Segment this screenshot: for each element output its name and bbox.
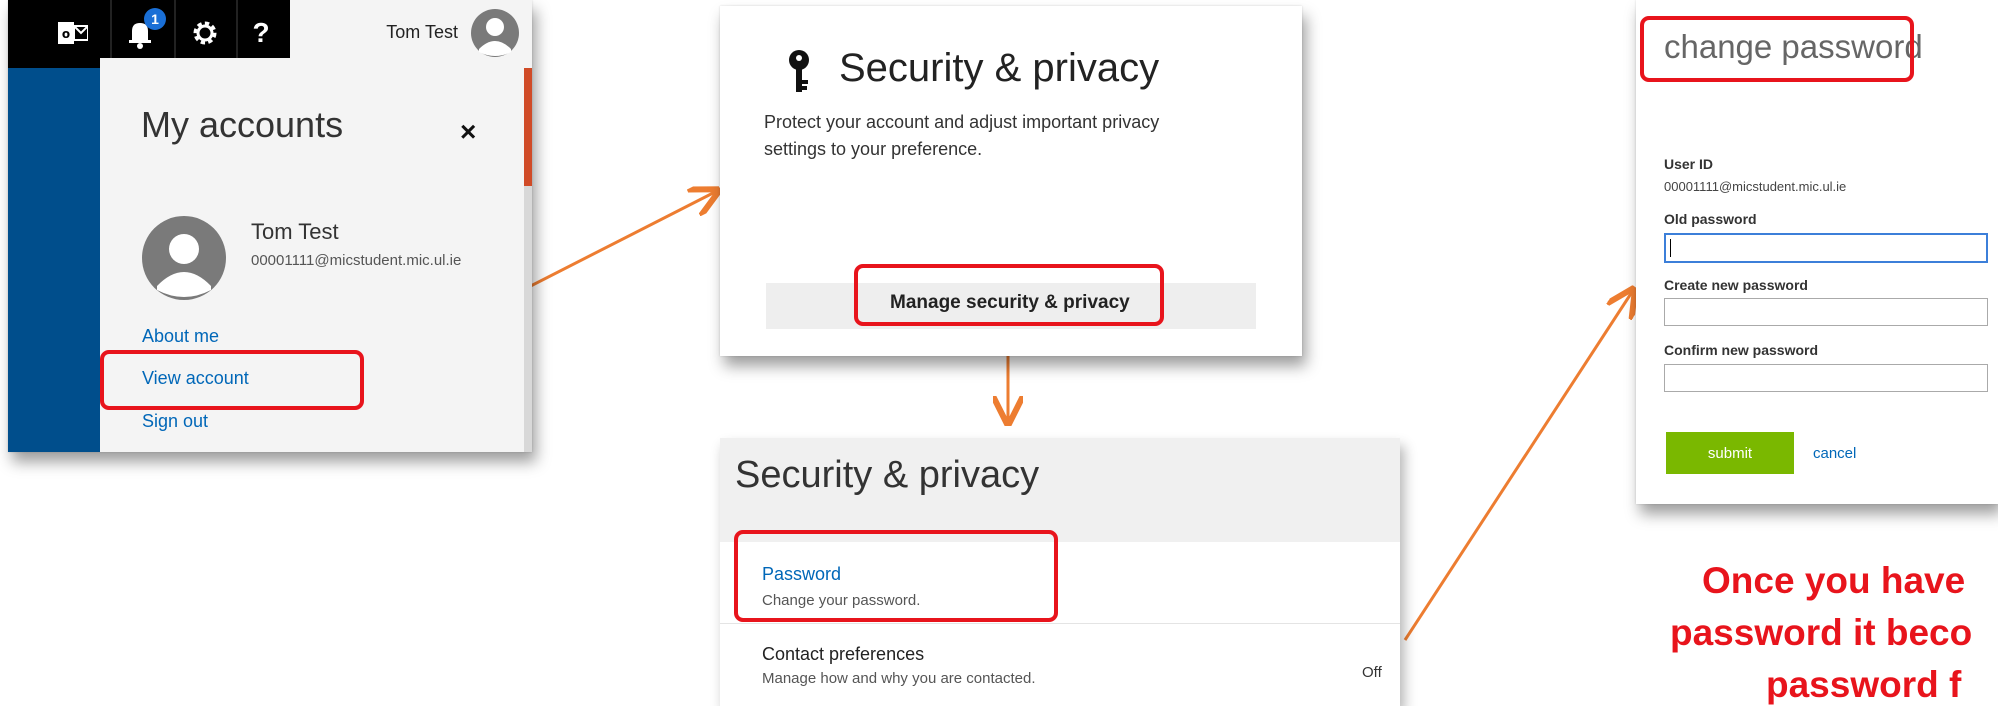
security-list-screenshot: Security & privacy Password Change your … (720, 438, 1400, 706)
account-email: 00001111@micstudent.mic.ul.ie (251, 252, 462, 269)
password-item-label[interactable]: Password (762, 564, 841, 585)
create-password-label: Create new password (1664, 277, 1808, 293)
outlook-sidebar (8, 68, 100, 452)
avatar-icon (471, 9, 519, 57)
user-name-top: Tom Test (386, 22, 458, 42)
contact-preferences-description: Manage how and why you are contacted. (762, 670, 1036, 687)
old-password-input[interactable] (1664, 233, 1988, 263)
change-password-screenshot: change password User ID 00001111@micstud… (1636, 0, 1998, 504)
submit-button-label: submit (1707, 444, 1753, 462)
security-card-description-line1: Protect your account and adjust importan… (764, 112, 1160, 132)
caption-line-1: Once you have (1702, 560, 1966, 601)
user-id-value: 00001111@micstudent.mic.ul.ie (1664, 179, 1847, 194)
password-item-description: Change your password. (762, 592, 921, 609)
contact-preferences-label: Contact preferences (762, 644, 925, 664)
account-avatar-icon (142, 216, 226, 300)
cancel-link[interactable]: cancel (1813, 445, 1856, 462)
close-icon[interactable]: × (460, 116, 476, 148)
sign-out-link[interactable]: Sign out (142, 411, 208, 432)
about-me-link[interactable]: About me (142, 326, 219, 347)
security-list-title: Security & privacy (735, 454, 1040, 496)
my-accounts-flyout: My accounts × Tom Test 00001111@micstude… (100, 58, 524, 452)
manage-security-button[interactable]: Manage security & privacy (890, 292, 1130, 314)
gear-icon (193, 21, 217, 45)
my-accounts-screenshot: o 1 ? Tom Test My accounts × Tom Test 00… (8, 0, 532, 452)
svg-text:o: o (62, 27, 70, 41)
confirm-password-input[interactable] (1664, 364, 1988, 392)
outlook-app-icon[interactable]: o (48, 8, 98, 58)
account-name: Tom Test (251, 219, 339, 244)
arrow-to-change-password (1403, 292, 1632, 641)
flyout-title: My accounts (141, 104, 344, 145)
confirm-password-label: Confirm new password (1664, 342, 1819, 358)
view-account-link[interactable]: View account (142, 368, 249, 389)
help-button[interactable]: ? (236, 8, 286, 58)
notifications-button[interactable]: 1 (116, 8, 166, 58)
key-icon (789, 50, 809, 92)
notification-badge: 1 (144, 8, 166, 30)
security-card-screenshot: Security & privacy Protect your account … (720, 6, 1302, 356)
user-id-label: User ID (1664, 156, 1714, 172)
question-icon: ? (252, 17, 270, 48)
old-password-label: Old password (1664, 211, 1757, 227)
change-password-title: change password (1664, 28, 1923, 65)
list-item-password[interactable]: Password Change your password. (720, 542, 1400, 624)
list-item-contact-preferences[interactable]: Contact preferences Manage how and why y… (720, 624, 1400, 706)
create-password-input[interactable] (1664, 298, 1988, 326)
caption-line-3: password f (1766, 664, 1962, 705)
security-card-description-line2: settings to your preference. (764, 139, 983, 159)
settings-button[interactable] (180, 8, 230, 58)
submit-button[interactable]: submit (1666, 432, 1794, 474)
caption-line-2: password it beco (1670, 612, 1973, 653)
contact-preferences-status: Off (1362, 664, 1382, 681)
security-card-title: Security & privacy (839, 46, 1160, 90)
